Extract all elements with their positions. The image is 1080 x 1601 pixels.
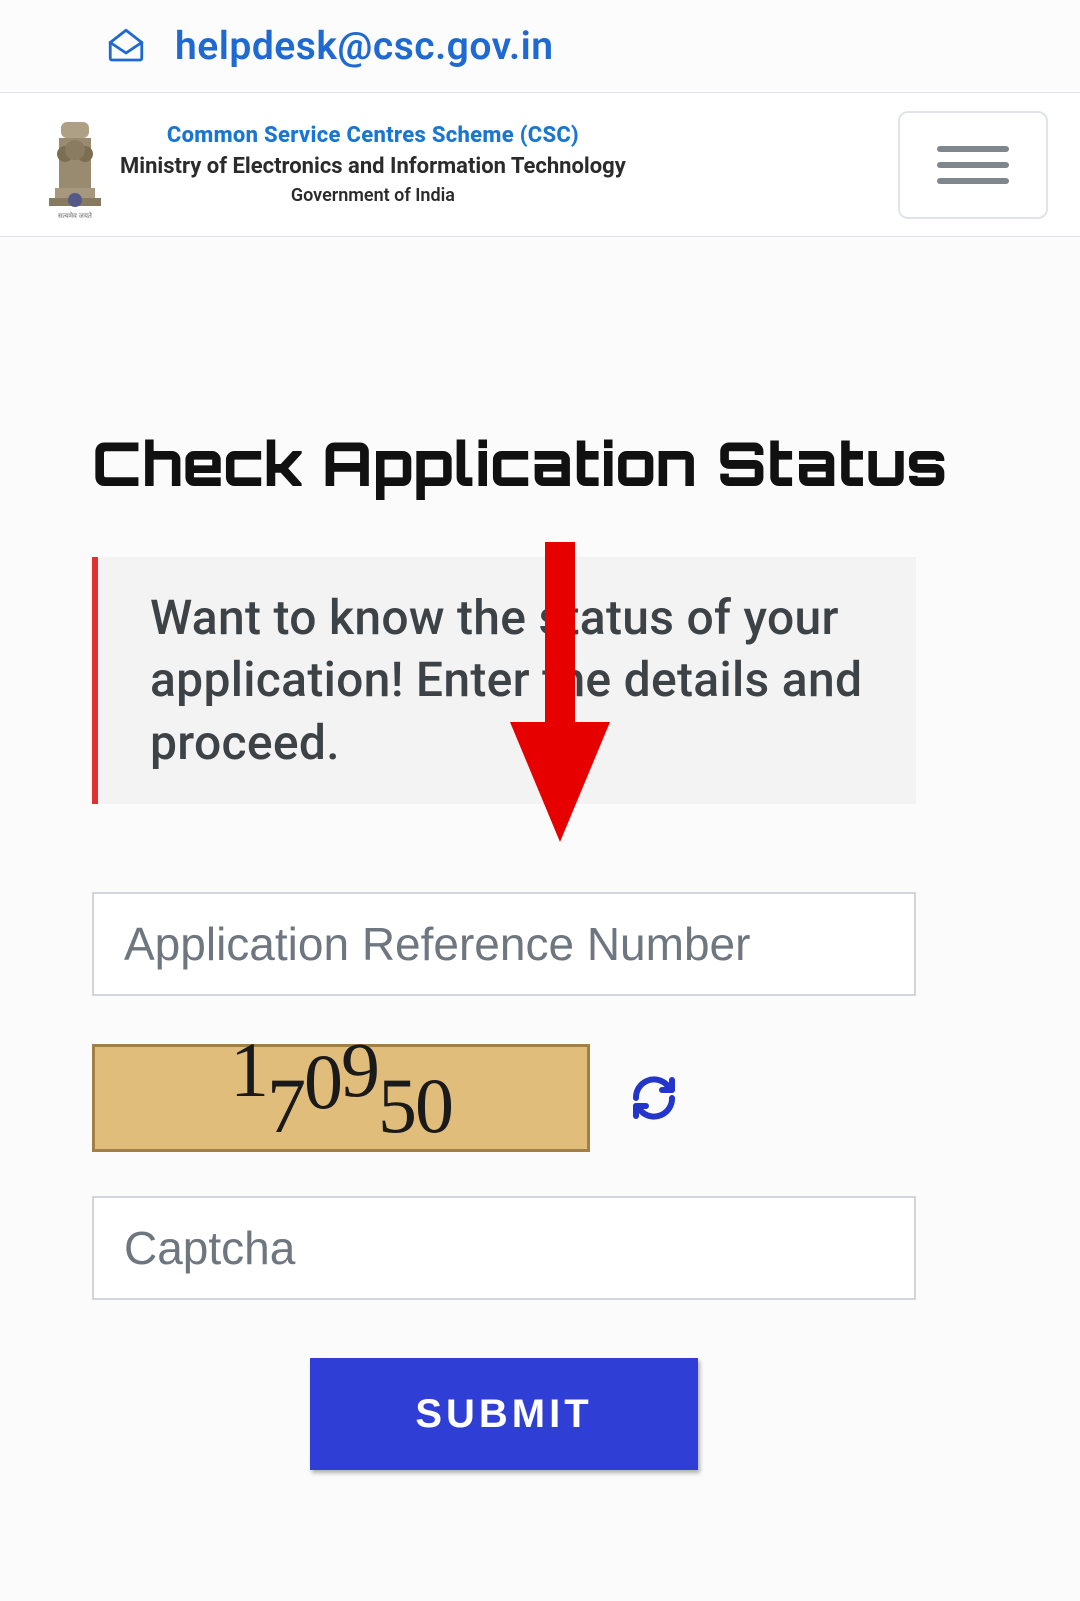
- captcha-row: 170950: [92, 1044, 988, 1152]
- application-reference-input[interactable]: [92, 892, 916, 996]
- submit-button[interactable]: SUBMIT: [310, 1358, 698, 1470]
- helpdesk-mail-block[interactable]: helpdesk@csc.gov.in: [105, 23, 554, 69]
- submit-wrap: SUBMIT: [92, 1358, 916, 1470]
- brand-line-ministry: Ministry of Electronics and Information …: [120, 154, 626, 179]
- captcha-image: 170950: [92, 1044, 590, 1152]
- top-contact-bar: helpdesk@csc.gov.in: [0, 0, 1080, 92]
- india-emblem-logo: सत्यमेव जयते: [44, 110, 106, 220]
- main-content: Check Application Status Want to know th…: [0, 237, 1080, 1601]
- brand-line-scheme: Common Service Centres Scheme (CSC): [120, 123, 626, 148]
- site-header: सत्यमेव जयते Common Service Centres Sche…: [0, 92, 1080, 237]
- brand-line-gov: Government of India: [120, 185, 626, 206]
- captcha-input[interactable]: [92, 1196, 916, 1300]
- mail-open-icon: [105, 25, 147, 67]
- hamburger-icon: [937, 136, 1009, 194]
- brand-block: सत्यमेव जयते Common Service Centres Sche…: [44, 110, 626, 220]
- helpdesk-email-link[interactable]: helpdesk@csc.gov.in: [175, 23, 554, 69]
- instruction-banner: Want to know the status of your applicat…: [92, 557, 916, 804]
- captcha-refresh-button[interactable]: [630, 1074, 678, 1122]
- instruction-text: Want to know the status of your applicat…: [150, 587, 864, 774]
- svg-text:सत्यमेव जयते: सत्यमेव जयते: [58, 211, 93, 220]
- page-title: Check Application Status: [92, 425, 988, 501]
- menu-toggle-button[interactable]: [898, 111, 1048, 219]
- refresh-icon: [630, 1074, 678, 1122]
